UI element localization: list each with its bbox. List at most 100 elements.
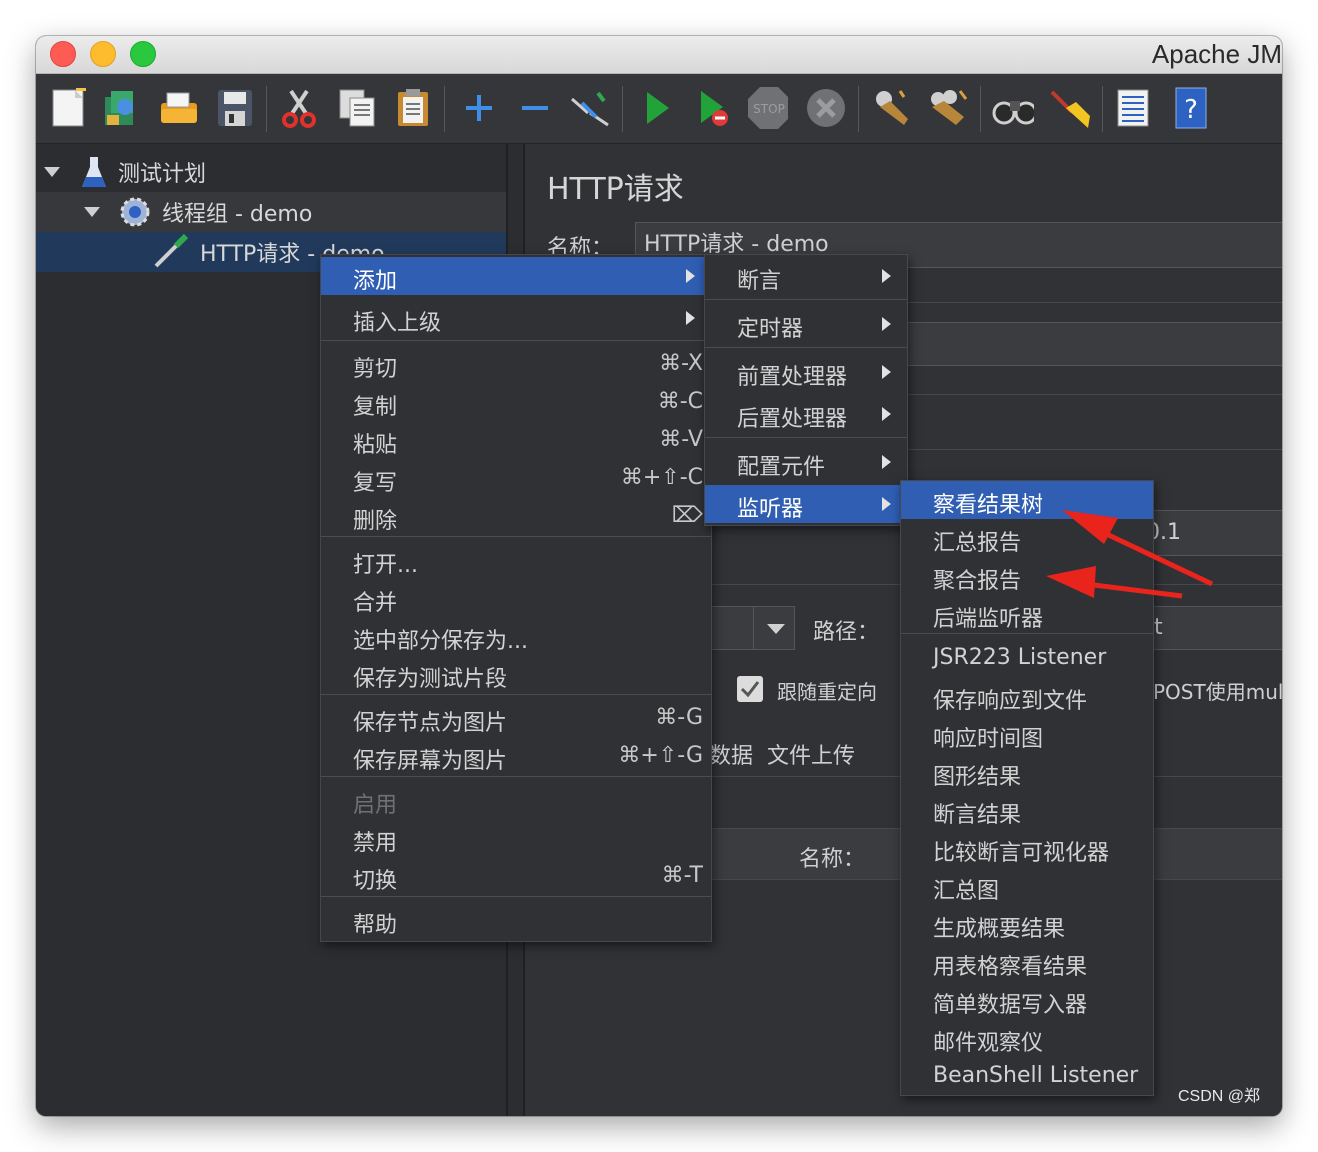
menu-item-label: 比较断言可视化器 xyxy=(933,841,1110,866)
listener-item[interactable]: 汇总报告 xyxy=(901,519,1153,557)
path-input[interactable]: t xyxy=(1145,606,1282,650)
help-icon[interactable]: ? xyxy=(1170,86,1212,130)
listener-item[interactable]: 图形结果 xyxy=(901,753,1153,791)
menu-item-label: 察看结果树 xyxy=(933,493,1044,518)
listener-item[interactable]: 邮件观察仪 xyxy=(901,1019,1153,1057)
shortcut-label: ⌘-G xyxy=(655,705,703,730)
menu-item[interactable]: 复制 ⌘-C xyxy=(321,383,711,421)
follow-redirects-label: 跟随重定向 xyxy=(777,680,877,704)
stop-icon[interactable]: STOP xyxy=(746,86,788,130)
menu-item[interactable]: 删除 ⌦ xyxy=(321,497,711,535)
toggle-icon[interactable] xyxy=(568,86,610,130)
menu-item[interactable]: 打开... xyxy=(321,541,711,579)
watermark: CSDN @郑 xyxy=(1177,1088,1260,1105)
add-submenu-item[interactable]: 断言 xyxy=(705,257,907,295)
menu-item-label: 复写 xyxy=(353,471,398,496)
menu-item[interactable]: 保存为测试片段 xyxy=(321,655,711,693)
maximize-window-button[interactable] xyxy=(130,41,156,67)
menu-separator xyxy=(321,340,711,341)
clear-icon[interactable] xyxy=(870,86,912,130)
listener-item[interactable]: BeanShell Listener xyxy=(901,1057,1153,1095)
templates-icon[interactable] xyxy=(100,86,142,130)
function-helper-icon[interactable] xyxy=(1112,86,1154,130)
menu-item[interactable]: 添加 xyxy=(321,257,711,295)
start-no-pause-icon[interactable] xyxy=(692,86,734,130)
menu-item-label: 打开... xyxy=(353,553,418,578)
listener-item[interactable]: 保存响应到文件 xyxy=(901,677,1153,715)
add-submenu-item[interactable]: 监听器 xyxy=(705,485,907,523)
paste-icon[interactable] xyxy=(392,86,434,130)
shortcut-label: ⌘+⇧-G xyxy=(618,743,703,768)
expanded-arrow-icon[interactable] xyxy=(84,207,100,217)
menu-item-label: 保存屏幕为图片 xyxy=(353,749,508,774)
menu-item-label: 生成概要结果 xyxy=(933,917,1066,942)
search-icon[interactable] xyxy=(992,86,1034,130)
minimize-window-button[interactable] xyxy=(90,41,116,67)
menu-item[interactable]: 禁用 xyxy=(321,819,711,857)
new-icon[interactable] xyxy=(48,86,90,130)
title-bar: Apache JM xyxy=(36,36,1282,74)
listener-item[interactable]: 简单数据写入器 xyxy=(901,981,1153,1019)
add-submenu-item[interactable]: 后置处理器 xyxy=(705,395,907,433)
post-multipart-label: POST使用mult xyxy=(1153,680,1282,704)
listener-item[interactable]: 聚合报告 xyxy=(901,557,1153,595)
collapse-icon[interactable] xyxy=(514,86,556,130)
listener-item[interactable]: 断言结果 xyxy=(901,791,1153,829)
menu-separator xyxy=(321,694,711,695)
menu-item-label: JSR223 Listener xyxy=(933,645,1107,670)
chevron-down-icon xyxy=(767,624,785,634)
menu-item-label: 邮件观察仪 xyxy=(933,1031,1044,1056)
listener-item[interactable]: 汇总图 xyxy=(901,867,1153,905)
shortcut-label: ⌦ xyxy=(671,503,703,528)
menu-item[interactable]: 保存节点为图片 ⌘-G xyxy=(321,699,711,737)
add-submenu-item[interactable]: 定时器 xyxy=(705,305,907,343)
menu-separator xyxy=(321,776,711,777)
menu-item[interactable]: 粘贴 ⌘-V xyxy=(321,421,711,459)
jmeter-window: Apache JM STOP ? 测试计划 线程组 - demo HTTP请求 … xyxy=(36,36,1282,1116)
menu-item[interactable]: 帮助 xyxy=(321,901,711,939)
start-icon[interactable] xyxy=(636,86,678,130)
menu-item[interactable]: 插入上级 xyxy=(321,299,711,337)
listener-item[interactable]: 用表格察看结果 xyxy=(901,943,1153,981)
save-icon[interactable] xyxy=(214,86,256,130)
menu-item[interactable]: 合并 xyxy=(321,579,711,617)
close-window-button[interactable] xyxy=(50,41,76,67)
tab-data[interactable]: 数据 xyxy=(709,738,753,770)
menu-item-label: 粘贴 xyxy=(353,433,398,458)
expanded-arrow-icon[interactable] xyxy=(44,167,60,177)
method-dropdown-button[interactable] xyxy=(753,606,797,650)
expand-icon[interactable] xyxy=(458,86,500,130)
menu-item-label: 插入上级 xyxy=(353,311,442,336)
menu-item[interactable]: 剪切 ⌘-X xyxy=(321,345,711,383)
copy-icon[interactable] xyxy=(336,86,378,130)
tree-node-thread-group[interactable]: 线程组 - demo xyxy=(36,192,506,232)
reset-search-icon[interactable] xyxy=(1048,86,1090,130)
shutdown-icon[interactable] xyxy=(804,86,846,130)
cut-icon[interactable] xyxy=(278,86,320,130)
menu-item[interactable]: 切换 ⌘-T xyxy=(321,857,711,895)
menu-item[interactable]: 选中部分保存为... xyxy=(321,617,711,655)
listener-item[interactable]: 生成概要结果 xyxy=(901,905,1153,943)
tree-node-test-plan[interactable]: 测试计划 xyxy=(44,152,206,192)
open-icon[interactable] xyxy=(158,86,200,130)
path-label: 路径： xyxy=(813,620,880,645)
follow-redirects-checkbox[interactable] xyxy=(737,676,763,702)
listener-item[interactable]: 响应时间图 xyxy=(901,715,1153,753)
tab-file-upload[interactable]: 文件上传 xyxy=(767,738,855,770)
menu-item-label: BeanShell Listener xyxy=(933,1063,1139,1088)
menu-item-label: 后置处理器 xyxy=(737,407,848,432)
clear-all-icon[interactable] xyxy=(926,86,968,130)
add-submenu-item[interactable]: 前置处理器 xyxy=(705,353,907,391)
listener-item[interactable]: 比较断言可视化器 xyxy=(901,829,1153,867)
add-submenu-item[interactable]: 配置元件 xyxy=(705,443,907,481)
submenu-arrow-icon xyxy=(882,407,891,421)
listener-item[interactable]: JSR223 Listener xyxy=(901,639,1153,677)
listener-item[interactable]: 后端监听器 xyxy=(901,595,1153,633)
menu-item-label: 复制 xyxy=(353,395,398,420)
menu-item: 启用 xyxy=(321,781,711,819)
submenu-arrow-icon xyxy=(882,269,891,283)
menu-separator xyxy=(705,437,907,438)
menu-item[interactable]: 复写 ⌘+⇧-C xyxy=(321,459,711,497)
menu-item[interactable]: 保存屏幕为图片 ⌘+⇧-G xyxy=(321,737,711,775)
listener-item[interactable]: 察看结果树 xyxy=(901,481,1153,519)
